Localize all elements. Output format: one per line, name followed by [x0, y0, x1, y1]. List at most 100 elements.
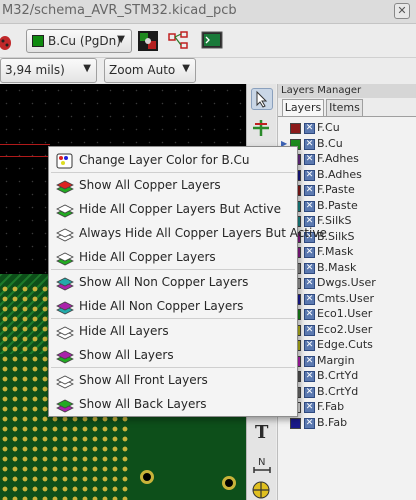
layer-name: B.Fab	[317, 415, 348, 429]
layer-color-swatch[interactable]	[290, 123, 301, 134]
layer-visibility-checkbox[interactable]: ✕	[304, 169, 315, 181]
layer-row[interactable]: ✕ Eco1.User	[278, 307, 416, 323]
layer-visibility-checkbox[interactable]: ✕	[304, 417, 315, 429]
menu-item[interactable]: Show All Back Layers	[49, 393, 297, 417]
menu-item-label: Hide All Non Copper Layers	[79, 299, 244, 313]
grid-select[interactable]: 3,94 mils) ▼	[0, 58, 97, 83]
layer-name: F.Cu	[317, 121, 340, 134]
tab-items[interactable]: Items	[326, 99, 363, 116]
cursor-icon	[256, 90, 268, 108]
layer-name: B.Paste	[317, 198, 358, 212]
layer-color-swatch[interactable]	[290, 417, 301, 429]
active-layer-swatch	[32, 35, 44, 47]
layer-visibility-checkbox[interactable]: ✕	[304, 247, 315, 258]
layer-visibility-checkbox[interactable]: ✕	[304, 123, 315, 134]
target-icon	[252, 481, 270, 499]
layer-list: ✕ F.Cu ▶ ✕ B.Cu ✕ F.Adhes ✕ B.Adhes ✕ F.Paste ✕ B.Pa…	[278, 116, 416, 500]
layer-row[interactable]: ✕ F.Cu	[278, 121, 416, 137]
layer-visibility-checkbox[interactable]: ✕	[304, 371, 315, 382]
layers-manager-tabs: Layers Items	[278, 98, 416, 116]
layer-row[interactable]: ✕ F.Fab	[278, 400, 416, 416]
zoom-select[interactable]: Zoom Auto ▼	[104, 58, 196, 83]
bug-icon[interactable]	[0, 33, 14, 51]
layer-name: F.Fab	[317, 400, 345, 413]
mounting-pad	[222, 476, 236, 490]
layer-visibility-checkbox[interactable]: ✕	[304, 138, 315, 150]
grid-select-label: 3,94 mils)	[5, 63, 65, 77]
layer-row[interactable]: ✕ B.Paste	[278, 199, 416, 215]
palette-icon	[56, 153, 73, 169]
layer-row[interactable]: ✕ B.Adhes	[278, 168, 416, 184]
menu-item[interactable]: Show All Copper Layers	[49, 174, 297, 198]
layer-name: F.Mask	[317, 245, 354, 258]
layer-name: B.Adhes	[317, 167, 362, 181]
active-layer-select[interactable]: B.Cu (PgDn) ▼	[26, 29, 132, 53]
menu-item[interactable]: Hide All Copper Layers But Active	[49, 198, 297, 222]
layer-row[interactable]: ✕ B.CrtYd	[278, 385, 416, 401]
layer-row[interactable]: ✕ Eco2.User	[278, 323, 416, 339]
dimension-icon: N	[253, 457, 271, 473]
layer-visibility-checkbox[interactable]: ✕	[304, 185, 315, 196]
layer-visibility-checkbox[interactable]: ✕	[304, 278, 315, 289]
layer-visibility-checkbox[interactable]: ✕	[304, 309, 315, 320]
layer-row[interactable]: ✕ Cmts.User	[278, 292, 416, 308]
menu-item[interactable]: Hide All Non Copper Layers	[49, 295, 297, 319]
layer-name: Edge.Cuts	[317, 338, 373, 351]
layer-visibility-checkbox[interactable]: ✕	[304, 324, 315, 336]
chevron-down-icon: ▼	[83, 63, 91, 74]
layer-visibility-checkbox[interactable]: ✕	[304, 262, 315, 274]
text-tool-button[interactable]: T	[251, 422, 273, 444]
highlight-net-button[interactable]	[251, 118, 273, 140]
layer-visibility-checkbox[interactable]: ✕	[304, 340, 315, 351]
text-tool-icon: T	[255, 422, 269, 443]
select-tool-button[interactable]	[251, 88, 273, 110]
hide-all-layers-icon	[56, 326, 74, 340]
layer-row[interactable]: ✕ F.Paste	[278, 183, 416, 199]
target-tool-button[interactable]	[251, 480, 273, 500]
layer-row[interactable]: ✕ F.Mask	[278, 245, 416, 261]
close-button[interactable]: ✕	[394, 3, 410, 19]
layer-visibility-checkbox[interactable]: ✕	[304, 293, 315, 305]
layer-pair-icon[interactable]	[136, 28, 160, 54]
layer-name: F.Paste	[317, 183, 355, 196]
crosshair-icon	[253, 120, 269, 136]
layer-visibility-checkbox[interactable]: ✕	[304, 154, 315, 165]
menu-item[interactable]: Hide All Copper Layers	[49, 246, 297, 270]
menu-item-label: Show All Layers	[79, 348, 174, 362]
layer-row[interactable]: ✕ Margin	[278, 354, 416, 370]
layer-row[interactable]: ✕ F.Adhes	[278, 152, 416, 168]
netlist-icon[interactable]	[166, 28, 190, 54]
menu-item-label: Show All Non Copper Layers	[79, 275, 249, 289]
layer-visibility-checkbox[interactable]: ✕	[304, 402, 315, 413]
menu-item-label: Change Layer Color for B.Cu	[79, 153, 250, 167]
terminal-icon[interactable]	[200, 28, 224, 54]
layer-row[interactable]: ✕ B.Fab	[278, 416, 416, 432]
layer-row[interactable]: ✕ B.Mask	[278, 261, 416, 277]
layer-visibility-checkbox[interactable]: ✕	[304, 355, 315, 367]
menu-item[interactable]: Hide All Layers	[49, 320, 297, 344]
menu-item[interactable]: Show All Front Layers	[49, 369, 297, 393]
layer-row[interactable]: ✕ B.CrtYd	[278, 369, 416, 385]
layer-row[interactable]: ▶ ✕ B.Cu	[278, 137, 416, 153]
menu-item[interactable]: Show All Layers	[49, 344, 297, 368]
layer-row[interactable]: ✕ Dwgs.User	[278, 276, 416, 292]
hide-non-copper-icon	[56, 301, 74, 315]
layer-visibility-checkbox[interactable]: ✕	[304, 386, 315, 398]
menu-item-label: Show All Back Layers	[79, 397, 207, 411]
layer-visibility-checkbox[interactable]: ✕	[304, 200, 315, 212]
active-layer-label: B.Cu (PgDn)	[48, 34, 121, 48]
dimension-tool-button[interactable]: N	[251, 454, 273, 476]
layer-name: Eco2.User	[317, 322, 373, 336]
layer-name: F.Adhes	[317, 152, 359, 165]
menu-item-label: Hide All Copper Layers	[79, 250, 216, 264]
mounting-pad	[140, 470, 154, 484]
menu-item-label: Show All Copper Layers	[79, 178, 221, 192]
menu-item[interactable]: Always Hide All Copper Layers But Active	[49, 222, 327, 246]
menu-item-label: Hide All Layers	[79, 324, 169, 338]
menu-item[interactable]: Change Layer Color for B.Cu	[49, 149, 297, 173]
show-all-layers-icon	[56, 350, 74, 364]
tab-layers[interactable]: Layers	[282, 99, 324, 116]
layer-name: Dwgs.User	[317, 276, 376, 289]
layer-row[interactable]: ✕ Edge.Cuts	[278, 338, 416, 354]
menu-item[interactable]: Show All Non Copper Layers	[49, 271, 297, 295]
